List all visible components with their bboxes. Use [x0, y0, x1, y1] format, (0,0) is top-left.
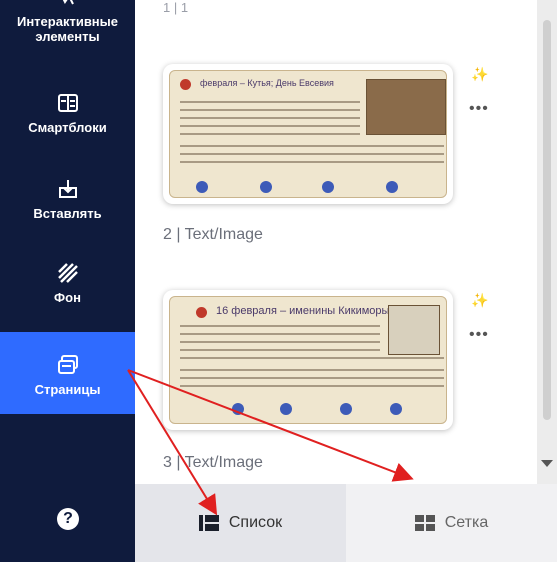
page-label: 2 | Text/Image — [163, 226, 263, 243]
sidebar-item-label: Вставлять — [33, 206, 102, 221]
grid-icon — [414, 515, 435, 531]
list-icon — [198, 515, 219, 531]
more-options-icon[interactable]: ••• — [469, 100, 489, 118]
sidebar-item-label: Смартблоки — [28, 120, 107, 135]
thumbnail-bullet — [180, 79, 191, 90]
magic-wand-icon[interactable]: ✨ — [471, 66, 488, 83]
sidebar: Интерактивные элементы Смартблоки Вставл… — [0, 0, 135, 562]
list-view-button[interactable]: Список — [135, 484, 346, 562]
pages-icon — [57, 355, 78, 374]
scrollbar[interactable] — [537, 0, 557, 484]
thumbnail-content: февраля – Кутья; День Евсевия — [169, 70, 447, 198]
grid-view-label: Сетка — [444, 514, 489, 531]
scrollbar-thumb[interactable] — [543, 20, 551, 420]
insert-icon — [58, 180, 77, 198]
view-toggle: Список Сетка — [135, 484, 557, 562]
page-label: 1 | 1 — [163, 0, 189, 15]
thumbnail-title: 16 февраля – именины Кикиморы — [216, 305, 390, 317]
page-thumbnail[interactable]: 16 февраля – именины Кикиморы — [163, 290, 453, 430]
sidebar-item-smartblocks[interactable]: Смартблоки — [0, 92, 135, 135]
interactive-icon — [62, 0, 74, 5]
pages-panel: 1 | 1 февраля – Кутья; День Евсевия ✨ ••… — [135, 0, 557, 562]
smartblocks-icon — [57, 94, 78, 112]
more-options-icon[interactable]: ••• — [469, 326, 489, 344]
sidebar-item-pages[interactable]: Страницы — [0, 332, 135, 414]
sidebar-item-insert[interactable]: Вставлять — [0, 178, 135, 221]
thumbnail-photo — [388, 305, 440, 355]
thumbnail-title: февраля – Кутья; День Евсевия — [200, 78, 334, 88]
sidebar-item-label: Страницы — [34, 382, 101, 397]
sidebar-item-label: Интерактивные элементы — [16, 14, 118, 44]
help-icon[interactable]: ? — [57, 508, 79, 530]
background-icon — [57, 263, 78, 283]
sidebar-item-interactive[interactable]: Интерактивные элементы — [0, 0, 135, 60]
page-label: 3 | Text/Image — [163, 454, 263, 471]
thumbnail-bullet — [196, 307, 207, 318]
scroll-down-icon[interactable] — [541, 460, 553, 467]
magic-wand-icon[interactable]: ✨ — [471, 292, 488, 309]
list-view-label: Список — [228, 514, 283, 531]
page-thumbnail[interactable]: февраля – Кутья; День Евсевия — [163, 64, 453, 204]
thumbnail-content: 16 февраля – именины Кикиморы — [169, 296, 447, 424]
thumbnail-photo — [366, 79, 446, 135]
grid-view-button[interactable]: Сетка — [346, 484, 557, 562]
sidebar-item-label: Фон — [54, 290, 81, 305]
sidebar-item-background[interactable]: Фон — [0, 262, 135, 305]
